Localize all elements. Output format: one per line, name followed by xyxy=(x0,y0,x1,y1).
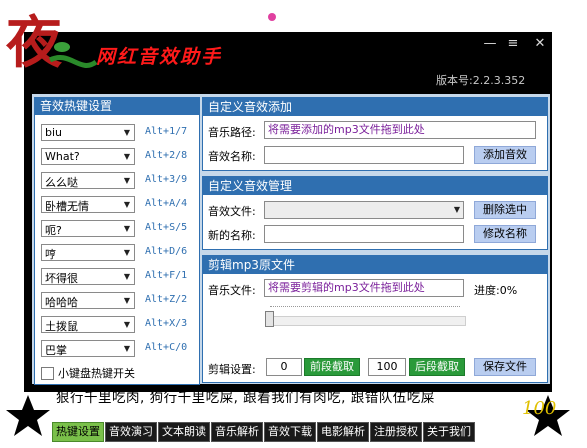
manage-sound-title: 自定义音效管理 xyxy=(203,177,547,195)
hotkey-sound-select[interactable]: 哼 ▼ xyxy=(41,244,135,261)
sound-name-label: 音效名称: xyxy=(208,150,256,163)
clip-start-input[interactable]: 0 xyxy=(266,358,302,376)
hotkey-label: Alt+C/0 xyxy=(145,342,188,353)
app-title: 网红音效助手 xyxy=(96,46,223,68)
delete-selected-button[interactable]: 删除选中 xyxy=(474,201,536,219)
clip-file-field[interactable]: 将需要剪辑的mp3文件拖到此处 xyxy=(264,279,464,297)
select-value: 哼 xyxy=(45,248,56,261)
tab-hotkey-settings[interactable]: 热键设置 xyxy=(52,422,104,442)
add-sound-button[interactable]: 添加音效 xyxy=(474,146,536,164)
chevron-down-icon: ▼ xyxy=(123,152,131,161)
tab-sound-practice[interactable]: 音效演习 xyxy=(105,422,157,442)
select-value: 呃? xyxy=(45,224,62,237)
clip-slider-thumb[interactable] xyxy=(265,311,274,327)
chevron-down-icon: ▼ xyxy=(123,200,131,209)
progress-label: 进度:0% xyxy=(474,284,518,297)
slider-ticks xyxy=(270,306,460,310)
checkbox[interactable] xyxy=(41,366,54,380)
hotkey-sound-select[interactable]: 么么哒 ▼ xyxy=(41,172,135,189)
close-icon[interactable]: ✕ xyxy=(532,36,548,51)
select-value: 巴掌 xyxy=(45,344,67,357)
add-sound-title: 自定义音效添加 xyxy=(203,98,547,116)
clip-slider-track[interactable] xyxy=(266,316,466,326)
tab-about[interactable]: 关于我们 xyxy=(423,422,475,442)
new-name-input[interactable] xyxy=(264,225,464,243)
select-value: 哈哈哈 xyxy=(45,296,78,309)
hotkey-label: Alt+3/9 xyxy=(145,174,188,185)
menu-icon[interactable]: ≡ xyxy=(505,36,521,51)
hotkey-sound-select[interactable]: 呃? ▼ xyxy=(41,220,135,237)
hotkey-label: Alt+Z/2 xyxy=(145,294,188,305)
chevron-down-icon: ▼ xyxy=(123,248,131,257)
music-path-field[interactable]: 将需要添加的mp3文件拖到此处 xyxy=(264,121,536,139)
tab-sound-download[interactable]: 音效下载 xyxy=(264,422,316,442)
tab-music-parse[interactable]: 音乐解析 xyxy=(211,422,263,442)
version-label: 版本号:2.2.3.352 xyxy=(436,74,526,87)
tab-register[interactable]: 注册授权 xyxy=(370,422,422,442)
chevron-down-icon: ▼ xyxy=(123,296,131,305)
star-decoration xyxy=(6,395,50,436)
svg-text:夜: 夜 xyxy=(5,10,63,76)
chevron-down-icon: ▼ xyxy=(123,272,131,281)
numpad-hotkey-toggle[interactable]: 小键盘热键开关 xyxy=(41,365,135,381)
sound-file-label: 音效文件: xyxy=(208,205,256,218)
select-value: biu xyxy=(45,126,63,139)
hotkey-label: Alt+S/5 xyxy=(145,222,188,233)
sound-name-input[interactable] xyxy=(264,146,464,164)
hotkey-sound-select[interactable]: 巴掌 ▼ xyxy=(41,340,135,357)
hotkey-sound-select[interactable]: 哈哈哈 ▼ xyxy=(41,292,135,309)
hotkey-label: Alt+F/1 xyxy=(145,270,188,281)
select-value: What? xyxy=(45,150,80,163)
hotkey-sound-select[interactable]: 卧槽无情 ▼ xyxy=(41,196,135,213)
chevron-down-icon: ▼ xyxy=(123,224,131,233)
marquee-text: 狠行千里吃肉, 狗行千里吃屎, 跟着我们有肉吃, 跟错队伍吃屎 xyxy=(56,390,435,406)
hundred-decoration: 100 xyxy=(522,398,556,419)
hotkey-label: Alt+D/6 xyxy=(145,246,188,257)
chevron-down-icon: ▼ xyxy=(123,344,131,353)
chevron-down-icon: ▼ xyxy=(123,128,131,137)
hotkey-sound-select[interactable]: biu ▼ xyxy=(41,124,135,141)
clip-front-button[interactable]: 前段截取 xyxy=(304,358,360,376)
clip-mp3-title: 剪辑mp3原文件 xyxy=(203,256,547,274)
checkbox-label: 小键盘热键开关 xyxy=(58,367,135,380)
tab-movie-parse[interactable]: 电影解析 xyxy=(317,422,369,442)
chevron-down-icon: ▼ xyxy=(123,320,131,329)
select-value: 么么哒 xyxy=(45,176,78,189)
hotkey-panel-title: 音效热键设置 xyxy=(35,98,199,115)
rename-button[interactable]: 修改名称 xyxy=(474,225,536,243)
clip-settings-label: 剪辑设置: xyxy=(208,363,256,376)
sound-file-select[interactable]: ▼ xyxy=(264,201,464,219)
hotkey-sound-select[interactable]: What? ▼ xyxy=(41,148,135,165)
chevron-down-icon: ▼ xyxy=(453,205,460,214)
hotkey-label: Alt+X/3 xyxy=(145,318,188,329)
save-file-button[interactable]: 保存文件 xyxy=(474,358,536,376)
hotkey-label: Alt+1/7 xyxy=(145,126,188,137)
hotkey-panel: 音效热键设置 biu ▼ Alt+1/7 What? ▼ Alt+2/8 么么哒 ▼ … xyxy=(34,97,200,385)
hotkey-sound-select[interactable]: 坏得很 ▼ xyxy=(41,268,135,285)
select-value: 卧槽无情 xyxy=(45,200,89,213)
chevron-down-icon: ▼ xyxy=(123,176,131,185)
hotkey-label: Alt+2/8 xyxy=(145,150,188,161)
bubble-decoration xyxy=(268,13,276,21)
clip-back-button[interactable]: 后段截取 xyxy=(409,358,465,376)
hotkey-sound-select[interactable]: 土拨鼠 ▼ xyxy=(41,316,135,333)
clip-end-input[interactable]: 100 xyxy=(368,358,406,376)
new-name-label: 新的名称: xyxy=(208,229,256,242)
tab-text-reading[interactable]: 文本朗读 xyxy=(158,422,210,442)
bottom-tab-bar: 热键设置 音效演习 文本朗读 音乐解析 音效下载 电影解析 注册授权 关于我们 xyxy=(52,422,476,442)
music-file-label: 音乐文件: xyxy=(208,284,256,297)
select-value: 坏得很 xyxy=(45,272,78,285)
hotkey-label: Alt+A/4 xyxy=(145,198,188,209)
music-path-label: 音乐路径: xyxy=(208,126,256,139)
minimize-icon[interactable]: — xyxy=(482,36,498,51)
select-value: 土拨鼠 xyxy=(45,320,78,333)
